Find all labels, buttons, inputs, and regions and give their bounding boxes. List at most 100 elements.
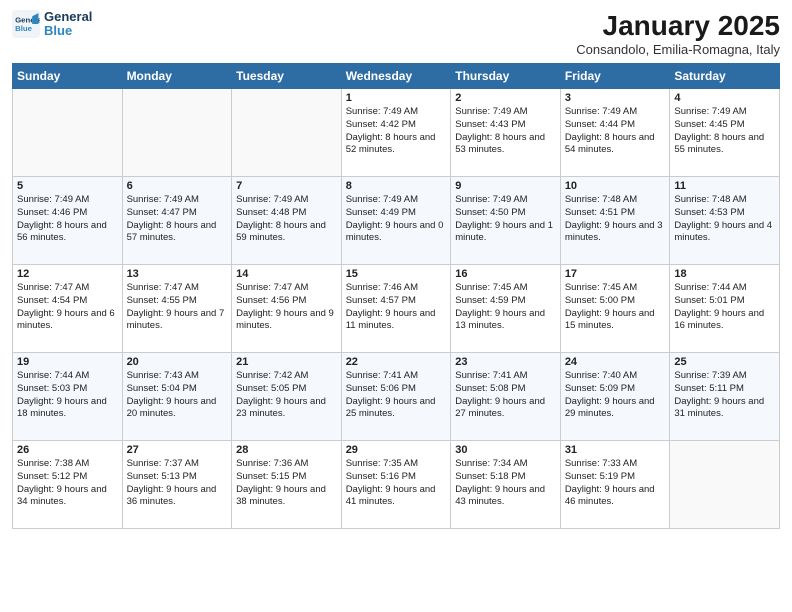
- logo-line1: General: [44, 10, 92, 24]
- day-number: 4: [674, 92, 775, 104]
- day-number: 12: [17, 268, 118, 280]
- table-row: 27 Sunrise: 7:37 AM Sunset: 5:13 PM Dayli…: [122, 441, 232, 529]
- table-row: 16 Sunrise: 7:45 AM Sunset: 4:59 PM Dayli…: [451, 265, 561, 353]
- day-number: 30: [455, 444, 556, 456]
- logo: General Blue General Blue: [12, 10, 92, 39]
- table-row: 15Sunrise: 7:46 AM Sunset: 4:57 PM Dayli…: [341, 265, 451, 353]
- table-row: 8Sunrise: 7:49 AM Sunset: 4:49 PM Daylig…: [341, 177, 451, 265]
- cell-text: Sunrise: 7:49 AM Sunset: 4:45 PM Dayligh…: [674, 106, 775, 157]
- logo-line2: Blue: [44, 24, 92, 38]
- table-row: 24 Sunrise: 7:40 AM Sunset: 5:09 PM Dayli…: [560, 353, 670, 441]
- header-monday: Monday: [122, 64, 232, 89]
- day-number: 15: [346, 268, 447, 280]
- header-saturday: Saturday: [670, 64, 780, 89]
- calendar-subtitle: Consandolo, Emilia-Romagna, Italy: [576, 42, 780, 57]
- day-number: 20: [127, 356, 228, 368]
- title-area: January 2025 Consandolo, Emilia-Romagna,…: [576, 10, 780, 57]
- table-row: 26Sunrise: 7:38 AM Sunset: 5:12 PM Dayli…: [13, 441, 123, 529]
- cell-text: Sunrise: 7:49 AM Sunset: 4:42 PM Dayligh…: [346, 106, 447, 157]
- table-row: 14Sunrise: 7:47 AM Sunset: 4:56 PM Dayli…: [232, 265, 342, 353]
- cell-text: Sunrise: 7:45 AM Sunset: 4:59 PM Dayligh…: [455, 282, 556, 333]
- table-row: 25 Sunrise: 7:39 AM Sunset: 5:11 PM Dayli…: [670, 353, 780, 441]
- day-number: 29: [346, 444, 447, 456]
- day-number: 7: [236, 180, 337, 192]
- table-row: [122, 89, 232, 177]
- table-row: [13, 89, 123, 177]
- cell-text: Sunrise: 7:36 AM Sunset: 5:15 PM Dayligh…: [236, 458, 337, 509]
- cell-text: Sunrise: 7:48 AM Sunset: 4:51 PM Dayligh…: [565, 194, 666, 245]
- cell-text: Sunrise: 7:43 AM Sunset: 5:04 PM Dayligh…: [127, 370, 228, 421]
- calendar-table: Sunday Monday Tuesday Wednesday Thursday…: [12, 63, 780, 529]
- table-row: 12Sunrise: 7:47 AM Sunset: 4:54 PM Dayli…: [13, 265, 123, 353]
- table-row: 10 Sunrise: 7:48 AM Sunset: 4:51 PM Dayli…: [560, 177, 670, 265]
- svg-text:Blue: Blue: [15, 24, 33, 33]
- table-row: 6 Sunrise: 7:49 AM Sunset: 4:47 PM Daylig…: [122, 177, 232, 265]
- day-number: 18: [674, 268, 775, 280]
- cell-text: Sunrise: 7:41 AM Sunset: 5:06 PM Dayligh…: [346, 370, 447, 421]
- table-row: 23 Sunrise: 7:41 AM Sunset: 5:08 PM Dayli…: [451, 353, 561, 441]
- cell-text: Sunrise: 7:45 AM Sunset: 5:00 PM Dayligh…: [565, 282, 666, 333]
- day-number: 1: [346, 92, 447, 104]
- table-row: 18Sunrise: 7:44 AM Sunset: 5:01 PM Dayli…: [670, 265, 780, 353]
- day-number: 3: [565, 92, 666, 104]
- day-number: 16: [455, 268, 556, 280]
- header-wednesday: Wednesday: [341, 64, 451, 89]
- calendar-body: 1 Sunrise: 7:49 AM Sunset: 4:42 PM Daylig…: [13, 89, 780, 529]
- cell-text: Sunrise: 7:40 AM Sunset: 5:09 PM Dayligh…: [565, 370, 666, 421]
- header-tuesday: Tuesday: [232, 64, 342, 89]
- table-row: [670, 441, 780, 529]
- cell-text: Sunrise: 7:48 AM Sunset: 4:53 PM Dayligh…: [674, 194, 775, 245]
- table-row: 22 Sunrise: 7:41 AM Sunset: 5:06 PM Dayli…: [341, 353, 451, 441]
- header-sunday: Sunday: [13, 64, 123, 89]
- calendar-container: General Blue General Blue January 2025 C…: [0, 0, 792, 539]
- cell-text: Sunrise: 7:49 AM Sunset: 4:48 PM Dayligh…: [236, 194, 337, 245]
- cell-text: Sunrise: 7:37 AM Sunset: 5:13 PM Dayligh…: [127, 458, 228, 509]
- cell-text: Sunrise: 7:49 AM Sunset: 4:50 PM Dayligh…: [455, 194, 556, 245]
- cell-text: Sunrise: 7:47 AM Sunset: 4:55 PM Dayligh…: [127, 282, 228, 333]
- day-number: 25: [674, 356, 775, 368]
- day-number: 19: [17, 356, 118, 368]
- day-number: 2: [455, 92, 556, 104]
- table-row: 3 Sunrise: 7:49 AM Sunset: 4:44 PM Daylig…: [560, 89, 670, 177]
- day-number: 17: [565, 268, 666, 280]
- day-number: 21: [236, 356, 337, 368]
- logo-icon: General Blue: [12, 10, 40, 38]
- table-row: 7 Sunrise: 7:49 AM Sunset: 4:48 PM Daylig…: [232, 177, 342, 265]
- cell-text: Sunrise: 7:39 AM Sunset: 5:11 PM Dayligh…: [674, 370, 775, 421]
- day-number: 6: [127, 180, 228, 192]
- cell-text: Sunrise: 7:44 AM Sunset: 5:03 PM Dayligh…: [17, 370, 118, 421]
- day-number: 10: [565, 180, 666, 192]
- day-number: 11: [674, 180, 775, 192]
- table-row: 29Sunrise: 7:35 AM Sunset: 5:16 PM Dayli…: [341, 441, 451, 529]
- cell-text: Sunrise: 7:34 AM Sunset: 5:18 PM Dayligh…: [455, 458, 556, 509]
- day-number: 26: [17, 444, 118, 456]
- day-number: 23: [455, 356, 556, 368]
- cell-text: Sunrise: 7:49 AM Sunset: 4:46 PM Dayligh…: [17, 194, 118, 245]
- cell-text: Sunrise: 7:49 AM Sunset: 4:43 PM Dayligh…: [455, 106, 556, 157]
- cell-text: Sunrise: 7:47 AM Sunset: 4:56 PM Dayligh…: [236, 282, 337, 333]
- table-row: 28 Sunrise: 7:36 AM Sunset: 5:15 PM Dayli…: [232, 441, 342, 529]
- table-row: 17 Sunrise: 7:45 AM Sunset: 5:00 PM Dayli…: [560, 265, 670, 353]
- calendar-title: January 2025: [576, 10, 780, 42]
- cell-text: Sunrise: 7:41 AM Sunset: 5:08 PM Dayligh…: [455, 370, 556, 421]
- table-row: 30 Sunrise: 7:34 AM Sunset: 5:18 PM Dayli…: [451, 441, 561, 529]
- cell-text: Sunrise: 7:49 AM Sunset: 4:44 PM Dayligh…: [565, 106, 666, 157]
- day-number: 9: [455, 180, 556, 192]
- header-thursday: Thursday: [451, 64, 561, 89]
- day-number: 31: [565, 444, 666, 456]
- table-row: 1 Sunrise: 7:49 AM Sunset: 4:42 PM Daylig…: [341, 89, 451, 177]
- table-row: 2 Sunrise: 7:49 AM Sunset: 4:43 PM Daylig…: [451, 89, 561, 177]
- cell-text: Sunrise: 7:42 AM Sunset: 5:05 PM Dayligh…: [236, 370, 337, 421]
- header: General Blue General Blue January 2025 C…: [12, 10, 780, 57]
- cell-text: Sunrise: 7:49 AM Sunset: 4:47 PM Dayligh…: [127, 194, 228, 245]
- table-row: 21 Sunrise: 7:42 AM Sunset: 5:05 PM Dayli…: [232, 353, 342, 441]
- day-number: 8: [346, 180, 447, 192]
- day-number: 27: [127, 444, 228, 456]
- day-number: 22: [346, 356, 447, 368]
- day-number: 28: [236, 444, 337, 456]
- table-row: [232, 89, 342, 177]
- table-row: 4 Sunrise: 7:49 AM Sunset: 4:45 PM Daylig…: [670, 89, 780, 177]
- day-number: 5: [17, 180, 118, 192]
- table-row: 19 Sunrise: 7:44 AM Sunset: 5:03 PM Dayli…: [13, 353, 123, 441]
- day-number: 24: [565, 356, 666, 368]
